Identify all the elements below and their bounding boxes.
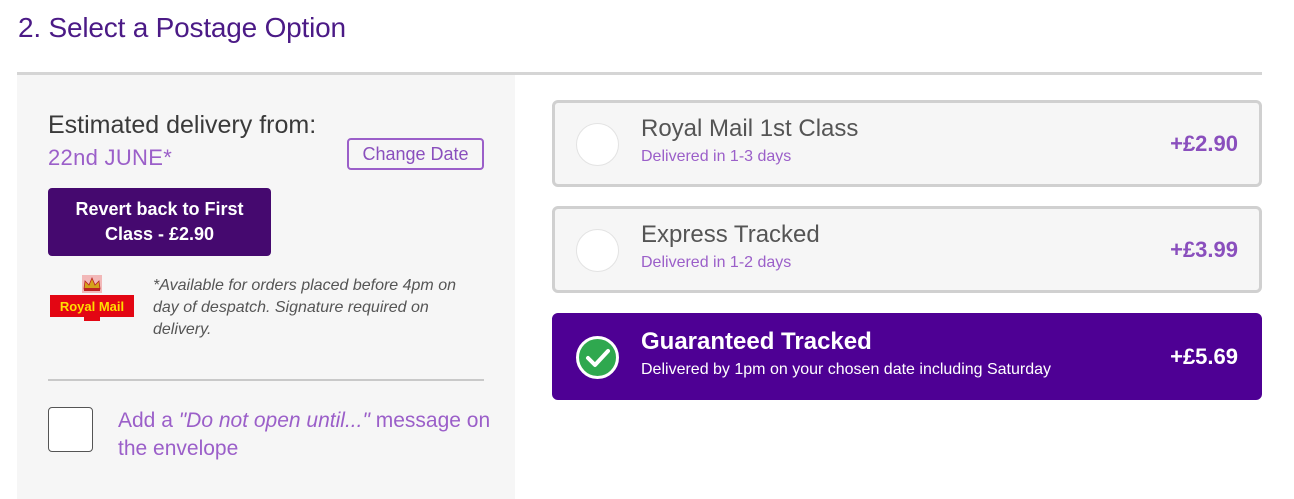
- crown-icon: [82, 275, 102, 293]
- option-title: Royal Mail 1st Class: [641, 115, 859, 142]
- radio-button[interactable]: [576, 123, 619, 166]
- revert-first-class-button[interactable]: Revert back to First Class - £2.90: [48, 188, 271, 256]
- royal-mail-logo-text: Royal Mail: [60, 299, 124, 314]
- option-subtitle: Delivered in 1-3 days: [641, 148, 792, 165]
- estimated-delivery-date: 22nd JUNE*: [48, 145, 173, 170]
- panel-divider: [48, 379, 484, 381]
- option-subtitle: Delivered in 1-2 days: [641, 254, 792, 271]
- option-price: +£3.99: [1170, 237, 1238, 262]
- postage-option-express-tracked[interactable]: Express Tracked Delivered in 1-2 days +£…: [552, 206, 1262, 293]
- option-price: +£2.90: [1170, 131, 1238, 156]
- option-subtitle: Delivered by 1pm on your chosen date inc…: [641, 361, 1052, 378]
- postage-option-royal-mail-1st-class[interactable]: Royal Mail 1st Class Delivered in 1-3 da…: [552, 100, 1262, 187]
- check-icon: [586, 349, 610, 367]
- section-title: 2. Select a Postage Option: [18, 12, 346, 43]
- do-not-open-checkbox[interactable]: [48, 407, 93, 452]
- radio-button[interactable]: [576, 229, 619, 272]
- option-title: Express Tracked: [641, 221, 820, 248]
- postage-option-guaranteed-tracked[interactable]: Guaranteed Tracked Delivered by 1pm on y…: [552, 313, 1262, 400]
- royal-mail-note: *Available for orders placed before 4pm …: [153, 277, 456, 338]
- do-not-open-label-prefix: Add a: [118, 409, 179, 432]
- change-date-button[interactable]: Change Date: [347, 138, 484, 170]
- delivery-panel: Estimated delivery from: 22nd JUNE* Chan…: [17, 75, 515, 499]
- option-price: +£5.69: [1170, 344, 1238, 369]
- radio-button-selected[interactable]: [576, 336, 619, 379]
- option-title: Guaranteed Tracked: [641, 328, 872, 355]
- royal-mail-logo: Royal Mail: [48, 273, 136, 335]
- estimated-delivery-label: Estimated delivery from:: [48, 111, 317, 139]
- do-not-open-label[interactable]: Add a "Do not open until..." message on …: [118, 407, 498, 463]
- do-not-open-label-quote: "Do not open until...": [178, 409, 370, 432]
